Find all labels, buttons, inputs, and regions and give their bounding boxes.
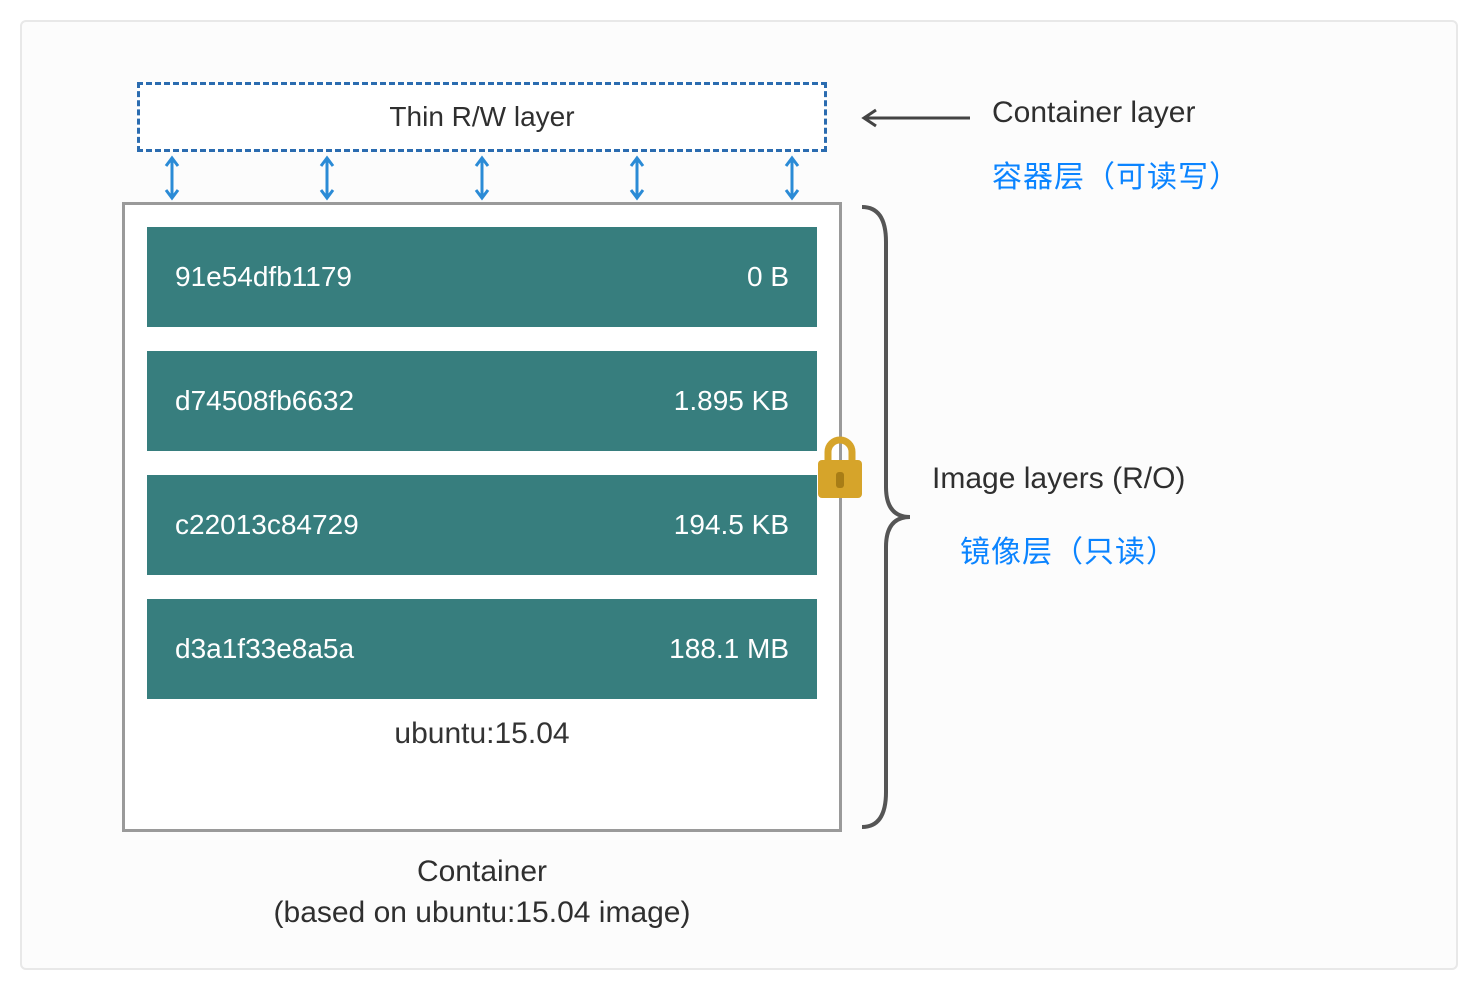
caption-line-1: Container [122,852,842,893]
container-layer-label: Container layer [992,96,1195,130]
brace-icon [852,202,912,832]
image-layers-label-zh: 镜像层（只读） [960,527,1177,571]
image-layer-row: d74508fb6632 1.895 KB [147,351,817,451]
layer-size: 188.1 MB [669,633,789,665]
layer-id: d3a1f33e8a5a [175,633,354,665]
image-layers-box: 91e54dfb1179 0 B d74508fb6632 1.895 KB c… [122,202,842,832]
container-layer-label-zh: 容器层（可读写） [992,152,1240,196]
image-layers-label: Image layers (R/O) [932,462,1185,496]
layer-size: 194.5 KB [674,509,789,541]
thin-rw-layer: Thin R/W layer [137,82,827,152]
layer-id: d74508fb6632 [175,385,354,417]
layer-id: 91e54dfb1179 [175,261,352,293]
double-arrow-icon [162,154,182,202]
caption: Container (based on ubuntu:15.04 image) [122,852,842,933]
layer-size: 1.895 KB [674,385,789,417]
bidirectional-arrows [162,154,802,202]
double-arrow-icon [317,154,337,202]
double-arrow-icon [627,154,647,202]
image-tag-label: ubuntu:15.04 [147,717,817,751]
image-layer-row: c22013c84729 194.5 KB [147,475,817,575]
image-layer-row: d3a1f33e8a5a 188.1 MB [147,599,817,699]
thin-rw-layer-label: Thin R/W layer [389,101,574,133]
caption-line-2: (based on ubuntu:15.04 image) [122,893,842,934]
layer-size: 0 B [747,261,789,293]
diagram-frame: Thin R/W layer Container layer 容器层（可读写） … [20,20,1458,970]
arrow-left-icon [852,108,972,128]
image-layer-row: 91e54dfb1179 0 B [147,227,817,327]
double-arrow-icon [782,154,802,202]
double-arrow-icon [472,154,492,202]
layer-id: c22013c84729 [175,509,359,541]
